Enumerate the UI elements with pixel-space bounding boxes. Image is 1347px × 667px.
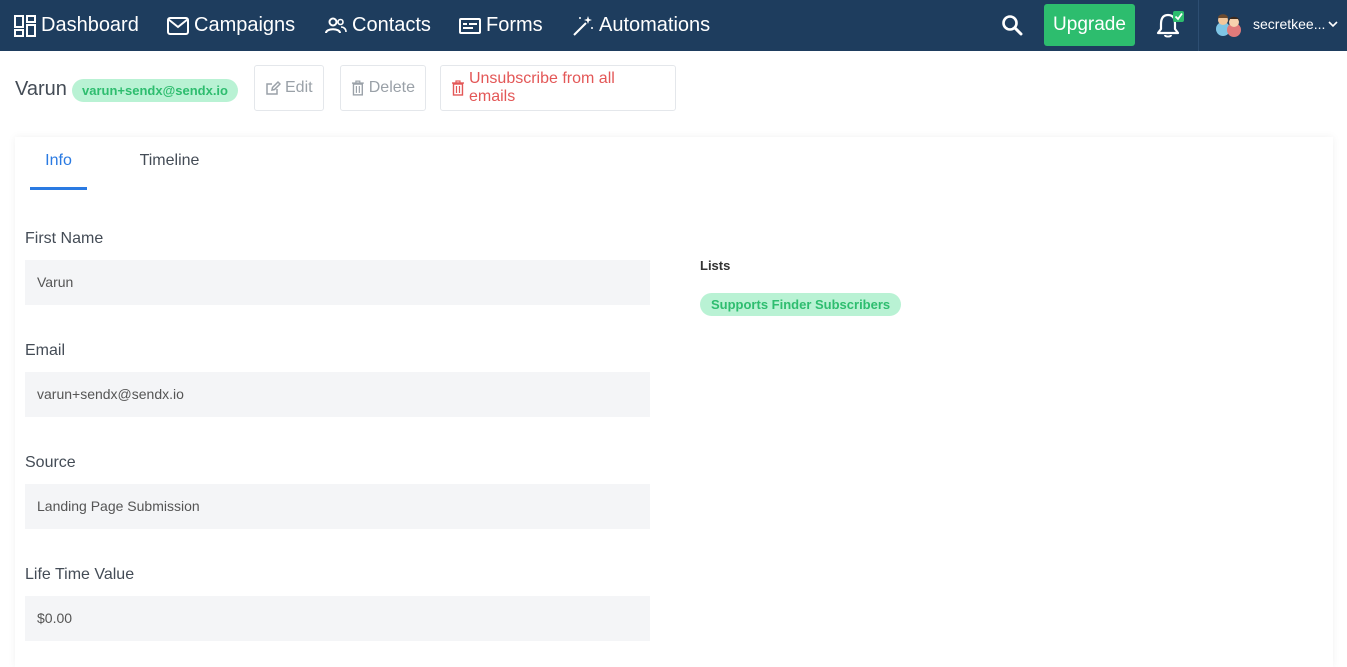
source-field: Landing Page Submission [25,484,650,529]
nav-dashboard-label: Dashboard [41,14,139,36]
nav-campaigns-label: Campaigns [194,14,296,36]
nav-contacts-label: Contacts [352,14,431,36]
email-badge: varun+sendx@sendx.io [72,79,238,102]
chevron-down-icon [1328,21,1338,28]
edit-button[interactable]: Edit [254,65,324,111]
contact-header: Varun varun+sendx@sendx.io Edit Delete U… [0,51,1347,129]
bell-icon [1156,11,1184,38]
envelope-icon [167,16,189,35]
field-label-lifetime-value: Life Time Value [25,566,135,583]
field-label-first-name: First Name [25,230,104,247]
unsubscribe-label: Unsubscribe from all emails [468,70,615,105]
edit-icon [266,80,281,95]
nav-campaigns[interactable]: Campaigns [167,0,295,51]
nav-contacts[interactable]: Contacts [325,0,431,51]
lifetime-value-field: $0.00 [25,596,650,641]
trash-icon [351,80,364,96]
edit-label: Edit [285,79,313,96]
tab-info[interactable]: Info [30,137,87,190]
nav-automations-label: Automations [599,14,711,36]
upgrade-button[interactable]: Upgrade [1044,4,1135,46]
notifications-button[interactable] [1154,9,1186,41]
avatar-icon [1216,14,1241,37]
top-navbar: Dashboard Campaigns Contacts Forms Autom… [0,0,1347,51]
list-badge[interactable]: Supports Finder Subscribers [700,293,902,316]
dashboard-icon [14,14,36,37]
nav-forms[interactable]: Forms [459,0,543,51]
tab-timeline[interactable]: Timeline [123,137,216,190]
users-icon [325,17,347,33]
delete-button[interactable]: Delete [340,65,426,111]
magic-wand-icon [573,15,593,36]
email-field: varun+sendx@sendx.io [25,372,650,417]
trash-icon [451,80,464,96]
nav-dashboard[interactable]: Dashboard [14,0,139,51]
nav-automations[interactable]: Automations [572,0,710,51]
user-menu[interactable]: secretkee... [1213,9,1339,39]
field-label-email: Email [25,342,66,359]
lists-label: Lists [700,258,731,273]
username-label: secretkee... [1253,16,1326,32]
form-icon [459,17,481,34]
search-icon [1002,15,1023,36]
contact-name: Varun [15,78,67,100]
delete-label: Delete [368,79,415,96]
unsubscribe-button[interactable]: Unsubscribe from all emails [440,65,676,111]
contact-details-card: Info Timeline First Name Varun Email var… [15,137,1333,667]
nav-divider [1198,0,1199,51]
search-button[interactable] [1000,13,1024,37]
nav-forms-label: Forms [486,14,543,36]
field-label-source: Source [25,454,76,471]
first-name-field: Varun [25,260,650,305]
